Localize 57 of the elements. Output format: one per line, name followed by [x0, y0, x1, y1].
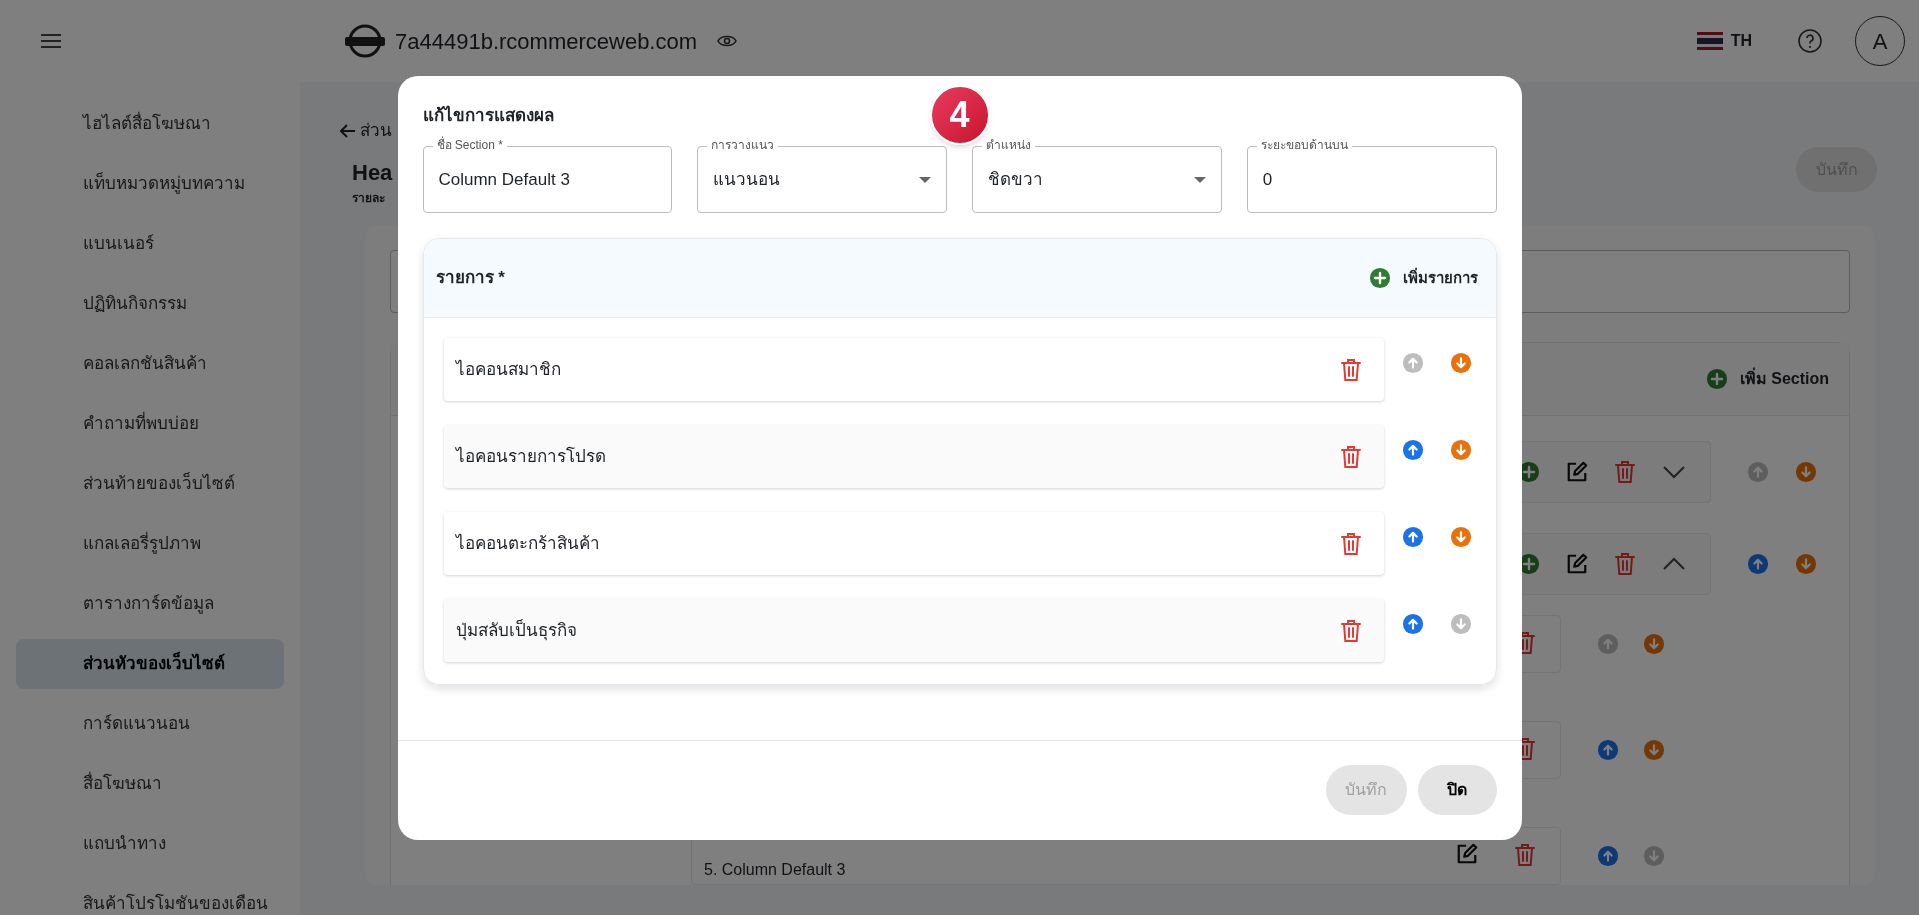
sidebar-item[interactable]: แกลเลอรี่รูปภาพ [16, 519, 284, 569]
dialog-title: แก้ไขการแสดงผล [422, 104, 554, 127]
sidebar-item[interactable]: ปฏิทินกิจกรรม [16, 279, 284, 329]
sidebar-item[interactable]: ส่วนท้ายของเว็บไซต์ [16, 459, 284, 509]
move-down-icon[interactable] [1643, 632, 1665, 655]
menu-icon[interactable] [41, 33, 61, 49]
user-avatar[interactable]: A [1855, 16, 1905, 66]
item-label: ไอคอนรายการโปรด [455, 445, 606, 468]
move-up-icon[interactable] [1597, 738, 1619, 761]
dropdown-caret-icon[interactable] [1193, 176, 1206, 183]
move-down-icon[interactable] [1449, 526, 1472, 548]
move-up-icon[interactable] [1401, 613, 1424, 635]
back-arrow-icon[interactable] [340, 123, 356, 138]
sidebar-item[interactable]: สื่อโฆษณา [16, 759, 284, 809]
edit-icon[interactable] [1456, 842, 1478, 865]
sidebar-item[interactable]: สินค้าโปรโมชันของเดือน [16, 879, 284, 915]
edit-icon[interactable] [1566, 552, 1588, 575]
item-label: ไอคอนตะกร้าสินค้า [455, 532, 600, 555]
move-up-icon[interactable] [1747, 552, 1769, 575]
language-label[interactable]: TH [1730, 29, 1752, 53]
move-down-icon[interactable] [1795, 552, 1817, 575]
eye-icon[interactable] [717, 34, 738, 48]
sidebar-item[interactable]: คอลเลกชันสินค้า [16, 339, 284, 389]
sidebar-item[interactable]: แถบนำทาง [16, 819, 284, 869]
sidebar-item[interactable]: ไฮไลต์สื่อโฆษณา [16, 99, 284, 149]
item-label: ปุ่มสลับเป็นธุรกิจ [455, 618, 577, 643]
item-label: ไอคอนสมาชิก [455, 358, 561, 381]
edit-icon[interactable] [1566, 460, 1588, 483]
add-section-button[interactable]: เพิ่ม Section [1739, 366, 1829, 391]
company-logo-icon [343, 24, 387, 58]
close-button[interactable]: ปิด [1417, 765, 1497, 815]
chevron-down-icon[interactable] [1662, 464, 1686, 479]
page-title: Hea [352, 158, 393, 187]
move-down-icon[interactable] [1449, 439, 1472, 461]
chevron-up-icon[interactable] [1662, 556, 1686, 571]
move-down-icon[interactable] [1643, 738, 1665, 761]
help-icon[interactable] [1797, 28, 1823, 54]
items-heading: รายการ * [435, 267, 505, 290]
move-up-icon[interactable] [1401, 526, 1424, 548]
add-item-button[interactable]: เพิ่มรายการ [1402, 266, 1478, 290]
move-up-icon[interactable] [1401, 439, 1424, 461]
add-icon[interactable] [1368, 267, 1391, 289]
thai-flag-icon [1696, 32, 1723, 50]
move-down-icon[interactable] [1795, 460, 1817, 483]
back-link[interactable]: ส่วน [340, 118, 393, 144]
sidebar-item[interactable]: ส่วนหัวของเว็บไซต์ [16, 639, 284, 689]
sidebar-item[interactable]: การ์ดแนวนอน [16, 699, 284, 749]
move-down-icon[interactable] [1449, 352, 1472, 374]
dropdown-caret-icon[interactable] [919, 176, 931, 183]
sidebar-item[interactable]: แบนเนอร์ [16, 219, 284, 269]
sidebar-item[interactable]: ตารางการ์ดข้อมูล [16, 579, 284, 629]
sidebar-item[interactable]: คำถามที่พบบ่อย [16, 399, 284, 449]
page-subtitle: รายละ [352, 189, 386, 207]
move-up-icon[interactable] [1597, 844, 1619, 867]
sidebar-item[interactable]: แท็บหมวดหมู่บทความ [16, 159, 284, 209]
child-section-label: 5. Column Default 3 [704, 859, 846, 880]
site-domain: 7a44491b.rcommerceweb.com [395, 27, 698, 56]
